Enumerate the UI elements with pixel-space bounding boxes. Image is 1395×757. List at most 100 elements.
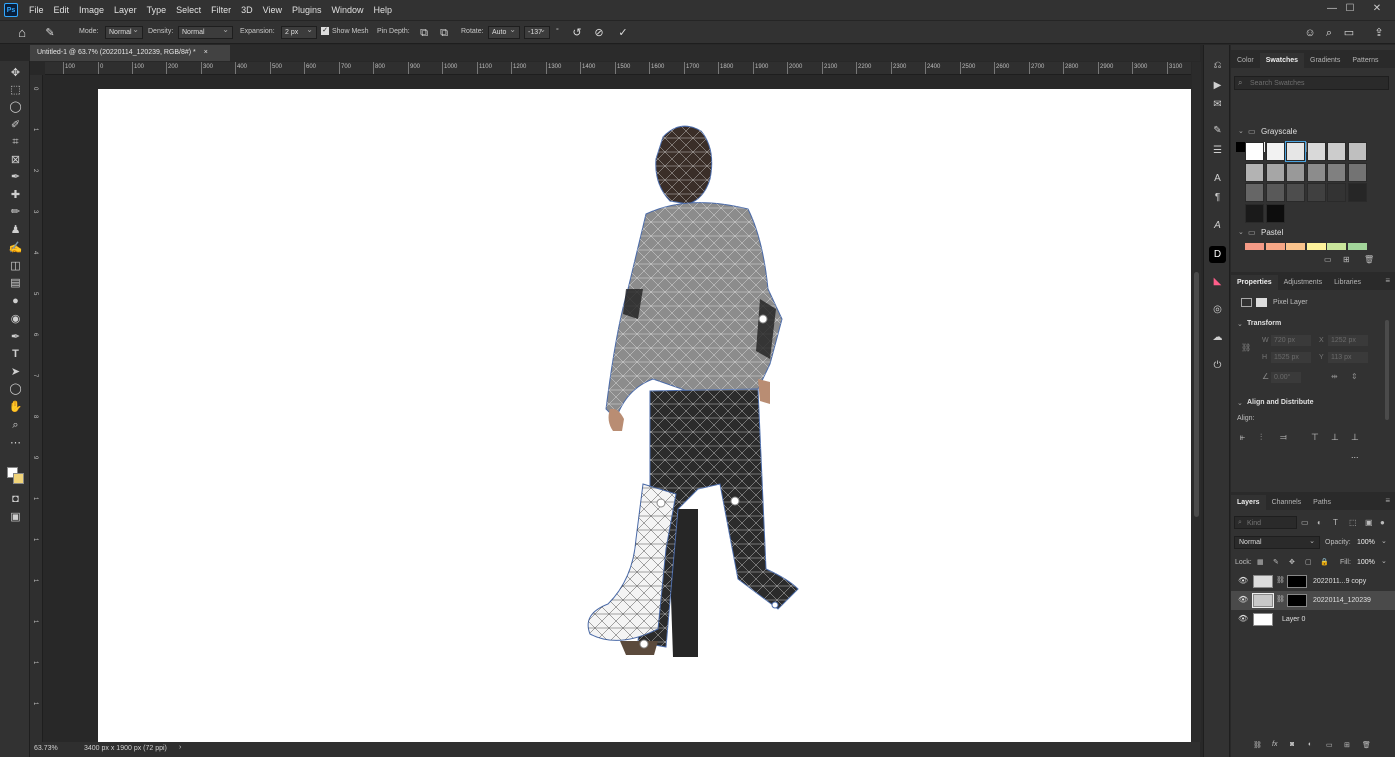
panel-menu-icon[interactable]: ≡ bbox=[1385, 496, 1390, 505]
swatch[interactable] bbox=[1265, 142, 1285, 161]
new-group-icon[interactable]: ▭ bbox=[1326, 741, 1333, 749]
x-field[interactable]: 1252 px bbox=[1328, 335, 1368, 346]
swatch[interactable] bbox=[1245, 142, 1264, 161]
swatch[interactable] bbox=[1347, 183, 1367, 202]
commit-icon[interactable]: ✓ bbox=[615, 25, 631, 41]
angle-field[interactable]: 0.00° bbox=[1271, 372, 1301, 383]
path-selection-tool-icon[interactable]: ➤ bbox=[6, 364, 25, 380]
actions-icon[interactable]: ▶ bbox=[1209, 77, 1226, 94]
swatch[interactable] bbox=[1265, 203, 1285, 223]
swatch[interactable] bbox=[1286, 183, 1305, 202]
adjustments-icon[interactable]: ☰ bbox=[1209, 142, 1226, 159]
search-icon[interactable]: ⌕ bbox=[1321, 25, 1337, 41]
vertical-scrollbar[interactable] bbox=[1192, 62, 1201, 742]
delete-layer-icon[interactable]: 🗑 bbox=[1362, 741, 1371, 749]
quick-select-tool-icon[interactable]: ✐ bbox=[6, 117, 25, 133]
vertical-scroll-thumb[interactable] bbox=[1194, 272, 1199, 517]
add-mask-icon[interactable]: ◙ bbox=[1290, 741, 1294, 748]
filter-pixel-icon[interactable]: ▭ bbox=[1301, 518, 1309, 527]
lock-all-icon[interactable]: 🔒 bbox=[1320, 558, 1329, 566]
delete-swatch-icon[interactable]: 🗑 bbox=[1364, 255, 1374, 264]
export-icon[interactable]: ⇪ bbox=[1371, 25, 1387, 41]
crop-tool-icon[interactable]: ⌗ bbox=[6, 134, 25, 150]
properties-scrollbar[interactable] bbox=[1385, 320, 1389, 420]
swatch[interactable] bbox=[1245, 243, 1264, 250]
share-icon[interactable]: ☺ bbox=[1302, 25, 1318, 41]
swatch[interactable] bbox=[1245, 162, 1264, 182]
tab-patterns[interactable]: Patterns bbox=[1346, 53, 1384, 68]
blend-mode-select[interactable]: Normal ⌄ bbox=[1234, 536, 1320, 549]
maximize-icon[interactable]: ☐ bbox=[1343, 2, 1357, 16]
layer-filter-kind[interactable]: ⌕ Kind bbox=[1234, 516, 1297, 529]
screen-mode-icon[interactable]: ▣ bbox=[6, 509, 25, 525]
angle-field[interactable]: -137 bbox=[524, 25, 550, 39]
menu-window[interactable]: Window bbox=[327, 5, 369, 15]
rotate-select[interactable]: Auto bbox=[488, 25, 520, 39]
close-window-icon[interactable]: ✕ bbox=[1370, 2, 1384, 16]
menu-file[interactable]: File bbox=[24, 5, 49, 15]
swatches-search-input[interactable]: ⌕ Search Swatches bbox=[1234, 76, 1389, 90]
swatch[interactable] bbox=[1285, 141, 1306, 162]
marquee-tool-icon[interactable]: ⬚ bbox=[6, 82, 25, 98]
swatch[interactable] bbox=[1265, 183, 1285, 202]
photoshop-logo-icon[interactable]: Ps bbox=[4, 3, 18, 17]
filter-shape-icon[interactable]: ⬚ bbox=[1349, 518, 1357, 527]
filter-toggle-icon[interactable]: ● bbox=[1380, 518, 1385, 527]
lock-transparent-icon[interactable]: ▦ bbox=[1257, 558, 1264, 566]
puppet-warp-figure[interactable] bbox=[98, 89, 1191, 742]
puppet-warp-tool-icon[interactable]: ✎ bbox=[42, 25, 58, 41]
align-center-horizontal-icon[interactable]: ⫶ bbox=[1260, 432, 1262, 443]
menu-layer[interactable]: Layer bbox=[109, 5, 142, 15]
link-layers-icon[interactable]: ⛓ bbox=[1253, 741, 1262, 749]
tab-swatches[interactable]: Swatches bbox=[1259, 53, 1305, 68]
plugin-target-icon[interactable]: ◎ bbox=[1209, 301, 1226, 318]
minimize-icon[interactable]: — bbox=[1325, 2, 1339, 16]
expansion-field[interactable]: 2 px bbox=[281, 25, 317, 39]
swatch[interactable] bbox=[1286, 162, 1305, 182]
tab-layers[interactable]: Layers bbox=[1231, 495, 1266, 510]
healing-brush-tool-icon[interactable]: ✚ bbox=[6, 187, 25, 203]
swatch[interactable] bbox=[1347, 142, 1367, 161]
layer-name[interactable]: 2022011...9 copy bbox=[1313, 578, 1366, 585]
quick-mask-icon[interactable]: ◘ bbox=[6, 491, 25, 507]
plugin-arrow-icon[interactable]: ◣ bbox=[1209, 273, 1226, 290]
filter-adjustment-icon[interactable]: ◐ bbox=[1317, 518, 1322, 527]
new-group-icon[interactable]: ▭ bbox=[1324, 255, 1332, 264]
zoom-tool-icon[interactable]: ⌕ bbox=[6, 417, 25, 433]
show-mesh-checkbox[interactable]: ✓ bbox=[321, 27, 329, 35]
swatch[interactable] bbox=[1327, 243, 1346, 250]
align-top-icon[interactable]: ⊤ bbox=[1311, 432, 1319, 443]
eraser-tool-icon[interactable]: ◫ bbox=[6, 258, 25, 274]
align-right-icon[interactable]: ⫤ bbox=[1280, 432, 1287, 443]
y-field[interactable]: 113 px bbox=[1328, 352, 1368, 363]
chevron-down-icon[interactable]: ⌄ bbox=[1237, 320, 1243, 328]
new-layer-icon[interactable]: ⊞ bbox=[1344, 741, 1350, 749]
swatch[interactable] bbox=[1265, 162, 1285, 182]
swatch[interactable] bbox=[1306, 183, 1326, 202]
filter-smart-object-icon[interactable]: ▣ bbox=[1365, 518, 1373, 527]
menu-3d[interactable]: 3D bbox=[236, 5, 258, 15]
reset-pins-icon[interactable]: ↺ bbox=[569, 25, 585, 41]
swatch[interactable] bbox=[1347, 162, 1367, 182]
align-left-icon[interactable]: ⫦ bbox=[1240, 432, 1245, 443]
pin-send-backward-icon[interactable]: ⧉ bbox=[436, 25, 452, 41]
opacity-field[interactable]: 100% bbox=[1357, 539, 1375, 546]
swatch[interactable] bbox=[1327, 162, 1346, 182]
align-bottom-icon[interactable]: ⊥ bbox=[1351, 432, 1359, 443]
chevron-down-icon[interactable]: ⌄ bbox=[1237, 399, 1243, 407]
glyphs-icon[interactable]: A bbox=[1209, 217, 1226, 234]
filter-type-icon[interactable]: T bbox=[1333, 518, 1338, 527]
lasso-tool-icon[interactable]: ◯ bbox=[6, 99, 25, 115]
swatch[interactable] bbox=[1306, 243, 1326, 250]
visibility-eye-icon[interactable]: 👁 bbox=[1238, 615, 1248, 623]
chevron-down-icon[interactable]: ⌄ bbox=[1238, 228, 1244, 236]
character-icon[interactable]: A bbox=[1209, 170, 1226, 187]
plugin-power-icon[interactable]: ⏻ bbox=[1209, 357, 1226, 374]
more-tools-icon[interactable]: ⋯ bbox=[6, 435, 25, 451]
document-tab[interactable]: Untitled-1 @ 63.7% (20220114_120239, RGB… bbox=[30, 45, 230, 61]
lock-image-icon[interactable]: ✎ bbox=[1273, 558, 1279, 566]
gradient-tool-icon[interactable]: ▤ bbox=[6, 275, 25, 291]
tab-color[interactable]: Color bbox=[1231, 53, 1260, 68]
visibility-eye-icon[interactable]: 👁 bbox=[1238, 577, 1248, 585]
chevron-down-icon[interactable]: ⌄ bbox=[1381, 537, 1387, 545]
